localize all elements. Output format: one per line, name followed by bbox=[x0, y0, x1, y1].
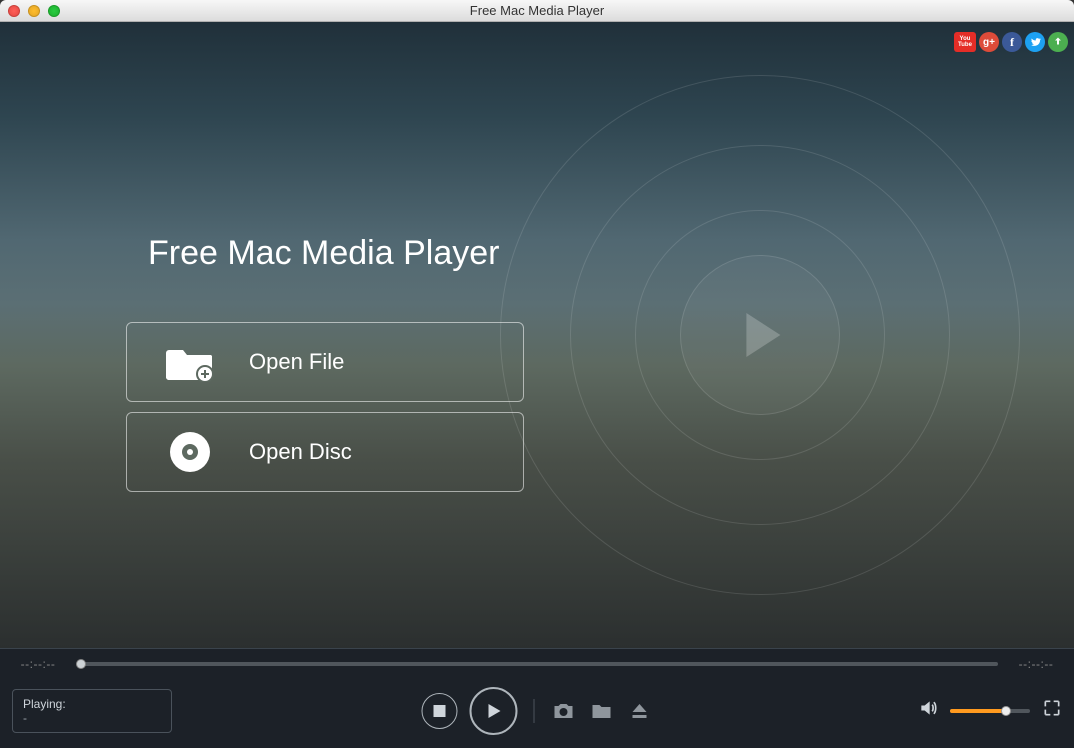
now-playing-box: Playing: - bbox=[12, 689, 172, 733]
volume-fill bbox=[950, 709, 1006, 713]
app-window: Free Mac Media Player You Tube g+ f bbox=[0, 0, 1074, 748]
open-disc-label: Open Disc bbox=[249, 439, 352, 465]
volume-thumb[interactable] bbox=[1001, 706, 1011, 716]
upload-icon[interactable] bbox=[1048, 32, 1068, 52]
play-button[interactable] bbox=[470, 687, 518, 735]
traffic-lights bbox=[8, 5, 60, 17]
progress-slider[interactable] bbox=[76, 662, 998, 666]
fullscreen-button[interactable] bbox=[1042, 698, 1062, 723]
right-controls bbox=[918, 698, 1062, 723]
main-content: You Tube g+ f Free Mac Media bbox=[0, 22, 1074, 648]
youtube-icon[interactable]: You Tube bbox=[954, 32, 976, 52]
open-file-button[interactable]: Open File bbox=[126, 322, 524, 402]
stop-button[interactable] bbox=[422, 693, 458, 729]
eject-button[interactable] bbox=[627, 698, 653, 724]
now-playing-value: - bbox=[23, 711, 161, 725]
disc-icon bbox=[165, 432, 215, 472]
bottom-bar: --:--:-- --:--:-- Playing: - bbox=[0, 648, 1074, 748]
titlebar[interactable]: Free Mac Media Player bbox=[0, 0, 1074, 22]
center-controls bbox=[422, 687, 653, 735]
open-folder-button[interactable] bbox=[589, 698, 615, 724]
open-file-label: Open File bbox=[249, 349, 344, 375]
minimize-window-button[interactable] bbox=[28, 5, 40, 17]
volume-slider[interactable] bbox=[950, 709, 1030, 713]
separator bbox=[534, 699, 535, 723]
time-total: --:--:-- bbox=[1008, 657, 1064, 671]
googleplus-icon[interactable]: g+ bbox=[979, 32, 999, 52]
snapshot-button[interactable] bbox=[551, 698, 577, 724]
time-elapsed: --:--:-- bbox=[10, 657, 66, 671]
open-panel: Open File Open Disc bbox=[126, 322, 524, 492]
twitter-icon[interactable] bbox=[1025, 32, 1045, 52]
window-title: Free Mac Media Player bbox=[0, 3, 1074, 18]
volume-icon[interactable] bbox=[918, 698, 938, 723]
now-playing-label: Playing: bbox=[23, 697, 161, 711]
progress-row: --:--:-- --:--:-- bbox=[0, 649, 1074, 679]
app-heading: Free Mac Media Player bbox=[148, 234, 499, 273]
background-rings bbox=[500, 75, 1020, 595]
close-window-button[interactable] bbox=[8, 5, 20, 17]
open-disc-button[interactable]: Open Disc bbox=[126, 412, 524, 492]
facebook-icon[interactable]: f bbox=[1002, 32, 1022, 52]
folder-plus-icon bbox=[165, 342, 215, 382]
maximize-window-button[interactable] bbox=[48, 5, 60, 17]
controls-row: Playing: - bbox=[0, 679, 1074, 748]
play-ghost-icon bbox=[746, 313, 780, 357]
social-links: You Tube g+ f bbox=[954, 32, 1068, 52]
progress-thumb[interactable] bbox=[76, 659, 86, 669]
